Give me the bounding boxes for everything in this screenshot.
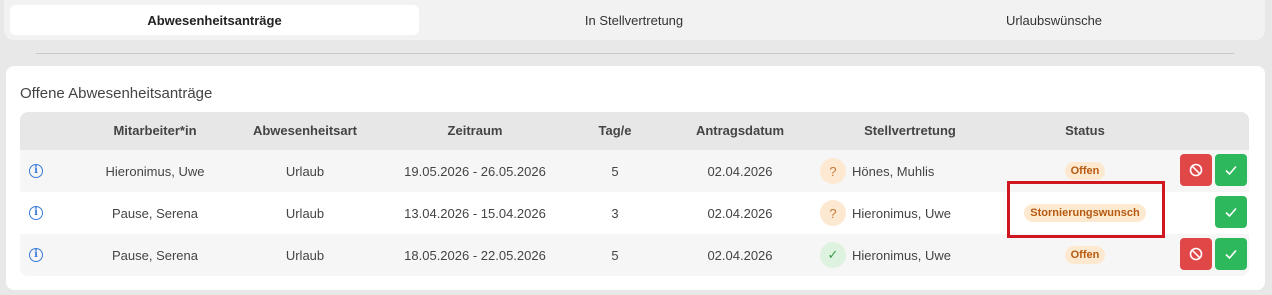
card-title: Offene Abwesenheitsanträge <box>20 85 213 102</box>
stellvertretung-name: Hieronimus, Uwe <box>852 205 951 221</box>
cell-tage: 5 <box>611 247 619 263</box>
cell-abwesenheitsart: Urlaub <box>285 247 325 263</box>
cell-mitarbeiter: Pause, Serena <box>111 205 198 221</box>
table-row: i Pause, Serena Urlaub 18.05.2026 - 22.0… <box>20 234 1249 276</box>
divider <box>36 53 1234 54</box>
header-stellvertretung[interactable]: Stellvertretung <box>825 112 995 150</box>
info-button[interactable]: i <box>20 234 52 276</box>
cell-antragsdatum: 02.04.2026 <box>707 163 773 179</box>
cell-antragsdatum: 02.04.2026 <box>707 205 773 221</box>
cell-tage: 3 <box>611 205 619 221</box>
approve-button[interactable] <box>1215 196 1247 228</box>
cell-zeitraum: 19.05.2026 - 26.05.2026 <box>404 163 546 179</box>
highlight-box <box>1007 181 1165 238</box>
cell-zeitraum: 18.05.2026 - 22.05.2026 <box>404 247 546 263</box>
info-icon[interactable]: i <box>29 248 43 262</box>
stellvertretung-name: Hieronimus, Uwe <box>852 247 951 263</box>
info-button[interactable]: i <box>20 150 52 192</box>
cell-abwesenheitsart: Urlaub <box>285 205 325 221</box>
cell-status: Offen <box>1010 234 1160 276</box>
cell-zeitraum: 13.04.2026 - 15.04.2026 <box>404 205 546 221</box>
cell-stellvertretung: ✓ Hieronimus, Uwe <box>820 234 995 276</box>
cell-antragsdatum: 02.04.2026 <box>707 247 773 263</box>
info-icon[interactable]: i <box>29 206 43 220</box>
cell-stellvertretung: ? Hieronimus, Uwe <box>820 192 995 234</box>
info-button[interactable]: i <box>20 192 52 234</box>
cell-stellvertretung: ? Hönes, Muhlis <box>820 150 995 192</box>
check-icon <box>1225 165 1237 176</box>
header-mitarbeiter[interactable]: Mitarbeiter*in <box>75 112 235 150</box>
tab-in-stellvertretung[interactable]: In Stellvertretung <box>429 5 839 35</box>
status-badge: Offen <box>1064 162 1106 180</box>
question-icon: ? <box>820 200 846 226</box>
approve-button[interactable] <box>1215 238 1247 270</box>
cell-mitarbeiter: Hieronimus, Uwe <box>105 163 205 179</box>
header-status[interactable]: Status <box>1010 112 1160 150</box>
check-icon <box>1225 207 1237 218</box>
tab-bar: Abwesenheitsanträge In Stellvertretung U… <box>4 0 1265 40</box>
header-abwesenheitsart[interactable]: Abwesenheitsart <box>235 112 375 150</box>
reject-button[interactable] <box>1180 238 1212 270</box>
ban-icon <box>1189 163 1203 177</box>
approve-button[interactable] <box>1215 154 1247 186</box>
status-badge: Offen <box>1064 246 1106 264</box>
header-tage[interactable]: Tag/e <box>575 112 655 150</box>
cell-abwesenheitsart: Urlaub <box>285 163 325 179</box>
check-icon <box>1225 249 1237 260</box>
question-icon: ? <box>820 158 846 184</box>
info-icon[interactable]: i <box>29 164 43 178</box>
header-zeitraum[interactable]: Zeitraum <box>375 112 575 150</box>
stellvertretung-name: Hönes, Muhlis <box>852 163 935 179</box>
cell-mitarbeiter: Pause, Serena <box>111 247 198 263</box>
tab-urlaubswuensche[interactable]: Urlaubswünsche <box>849 5 1259 35</box>
requests-card: Offene Abwesenheitsanträge Mitarbeiter*i… <box>6 66 1265 290</box>
table-header: Mitarbeiter*in Abwesenheitsart Zeitraum … <box>20 112 1249 150</box>
header-antragsdatum[interactable]: Antragsdatum <box>655 112 825 150</box>
reject-button[interactable] <box>1180 154 1212 186</box>
cell-tage: 5 <box>611 163 619 179</box>
ban-icon <box>1189 247 1203 261</box>
check-icon: ✓ <box>820 242 846 268</box>
tab-abwesenheitsantraege[interactable]: Abwesenheitsanträge <box>10 5 419 35</box>
